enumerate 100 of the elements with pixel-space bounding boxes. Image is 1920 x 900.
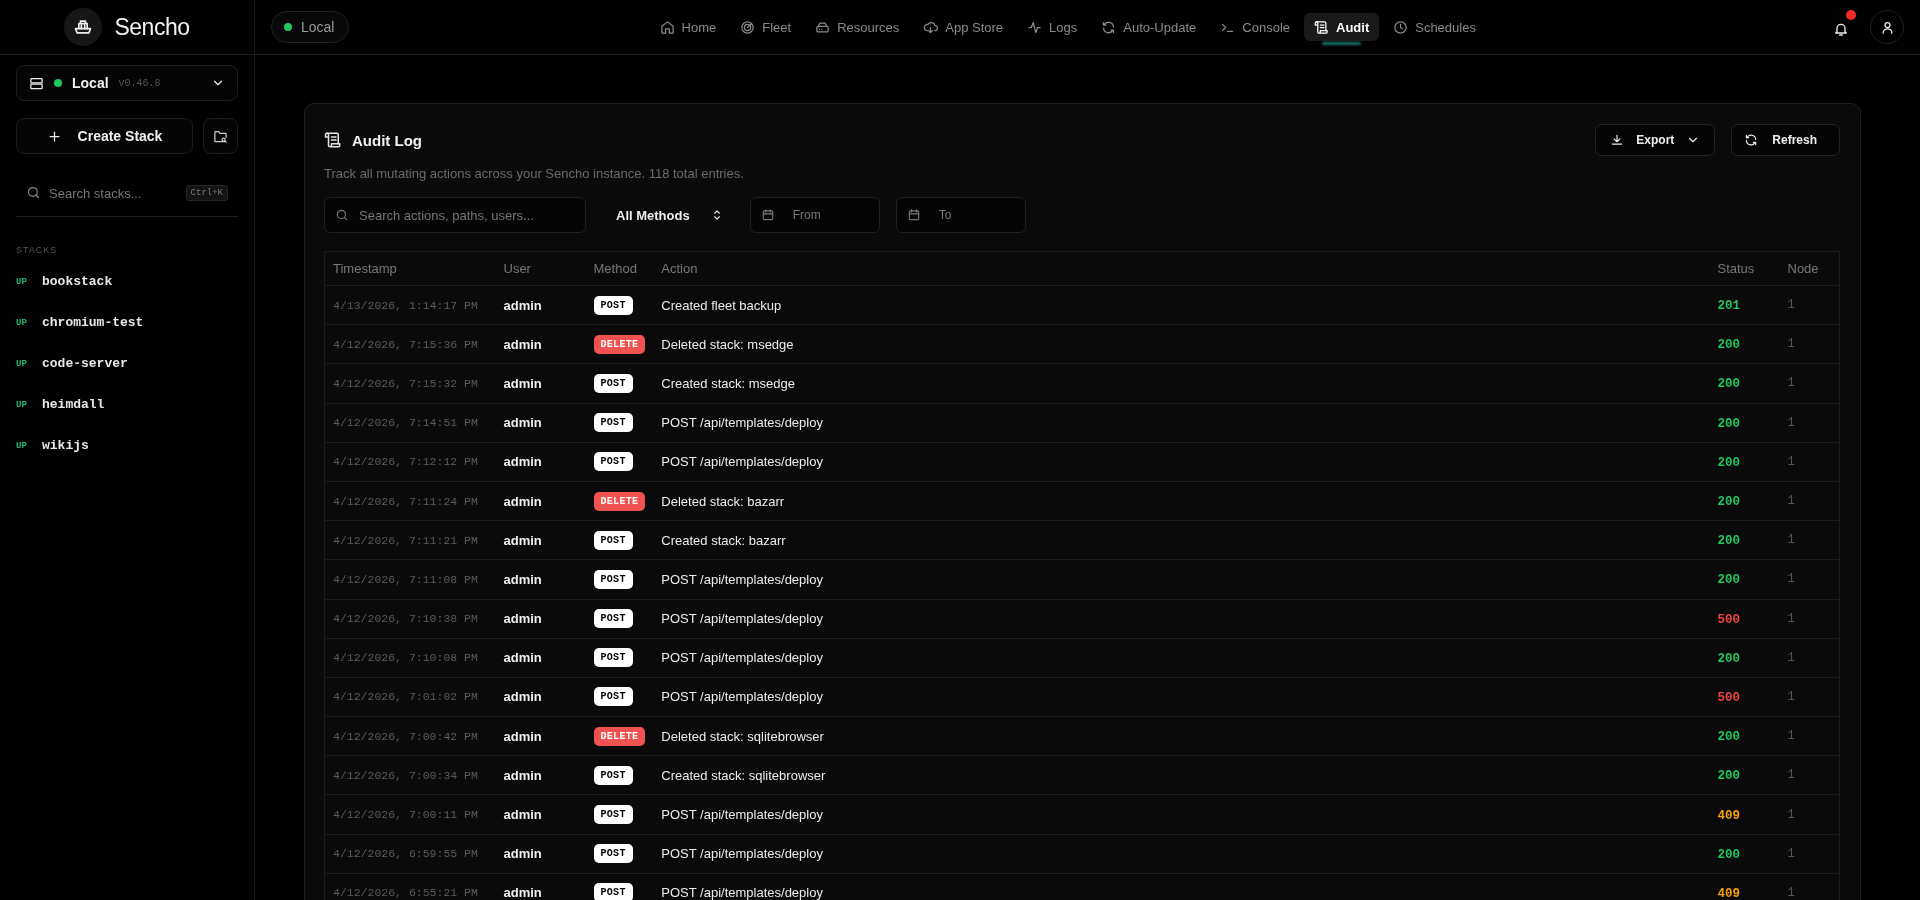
- column-header: Action: [653, 251, 1710, 286]
- method-badge: POST: [593, 687, 633, 707]
- method-badge: POST: [593, 452, 633, 472]
- plus-icon: [46, 128, 62, 144]
- brand-name: Sencho: [114, 13, 190, 41]
- status-code: 200: [1717, 338, 1740, 353]
- calendar-icon: [760, 208, 775, 222]
- timestamp-cell: 4/12/2026, 7:11:24 PM: [324, 481, 496, 521]
- environment-select[interactable]: Local v0.46.8: [16, 65, 238, 101]
- method-badge: POST: [593, 569, 633, 589]
- section-label: STACKS: [16, 245, 59, 255]
- audit-search-field[interactable]: Search actions, paths, users...: [324, 197, 586, 233]
- timestamp-cell: 4/12/2026, 7:15:36 PM: [324, 324, 496, 364]
- method-badge: POST: [593, 648, 633, 668]
- user-cell: admin: [495, 873, 586, 900]
- method-badge: POST: [593, 373, 633, 393]
- method-badge: POST: [593, 805, 633, 825]
- nav-tab[interactable]: Console: [1210, 13, 1300, 41]
- nav-tab[interactable]: Schedules: [1383, 13, 1486, 41]
- status-code: 200: [1717, 455, 1740, 470]
- action-cell: POST /api/templates/deploy: [653, 599, 1710, 639]
- search-icon: [26, 185, 41, 200]
- server-icon: [29, 75, 44, 91]
- stack-search-field[interactable]: Search stacks...: [16, 178, 178, 208]
- cloud-download-icon: [923, 19, 939, 35]
- download-icon: [1610, 133, 1625, 147]
- scroll-icon: [1314, 19, 1329, 35]
- node-cell: 1: [1779, 442, 1840, 482]
- timestamp-cell: 4/12/2026, 6:55:21 PM: [324, 873, 496, 900]
- action-cell: POST /api/templates/deploy: [653, 873, 1710, 900]
- user-cell: admin: [495, 638, 586, 678]
- nav-tab[interactable]: Home: [649, 13, 727, 41]
- user-cell: admin: [495, 442, 586, 482]
- environment-pill[interactable]: Local: [271, 11, 350, 43]
- nav-tab[interactable]: Logs: [1017, 13, 1088, 41]
- user-cell: admin: [495, 834, 586, 874]
- stack-link[interactable]: chromium-test: [42, 315, 144, 330]
- nav-tab[interactable]: App Store: [913, 13, 1014, 41]
- action-cell: Created stack: msedge: [653, 363, 1710, 404]
- stack-link[interactable]: wikijs: [42, 438, 89, 453]
- drive-icon: [815, 19, 831, 35]
- user-cell: admin: [495, 324, 586, 364]
- status-code: 200: [1717, 534, 1740, 549]
- timestamp-cell: 4/12/2026, 7:00:34 PM: [324, 755, 496, 795]
- nav-tab[interactable]: Resources: [805, 13, 910, 41]
- method-badge: DELETE: [593, 726, 646, 746]
- column-header: User: [495, 251, 586, 286]
- action-cell: Created fleet backup: [653, 285, 1710, 325]
- stack-status: UP: [16, 440, 28, 451]
- node-cell: 1: [1779, 285, 1840, 325]
- method-badge: POST: [593, 609, 633, 629]
- method-badge: POST: [593, 844, 633, 864]
- timestamp-cell: 4/12/2026, 7:14:51 PM: [324, 403, 496, 443]
- timestamp-cell: 4/12/2026, 7:00:11 PM: [324, 794, 496, 835]
- user-cell: admin: [495, 481, 586, 521]
- stack-link[interactable]: code-server: [42, 356, 128, 371]
- action-cell: POST /api/templates/deploy: [653, 638, 1710, 678]
- action-cell: Deleted stack: sqlitebrowser: [653, 716, 1710, 756]
- browse-folder-button[interactable]: [203, 118, 238, 154]
- node-cell: 1: [1779, 794, 1840, 835]
- status-code: 200: [1717, 416, 1740, 431]
- method-badge: POST: [593, 765, 633, 785]
- refresh-icon: [1101, 19, 1117, 35]
- bell-icon: [1833, 21, 1849, 37]
- node-cell: 1: [1779, 559, 1840, 599]
- user-cell: admin: [495, 794, 586, 835]
- user-cell: admin: [495, 285, 586, 325]
- node-cell: 1: [1779, 873, 1840, 900]
- status-code: 500: [1717, 690, 1740, 705]
- column-header: Timestamp: [324, 251, 496, 286]
- node-cell: 1: [1779, 638, 1840, 678]
- create-stack-button[interactable]: Create Stack: [16, 118, 193, 154]
- action-cell: POST /api/templates/deploy: [653, 442, 1710, 482]
- timestamp-cell: 4/12/2026, 7:15:32 PM: [324, 363, 496, 404]
- from-date-field[interactable]: From: [749, 197, 880, 233]
- node-cell: 1: [1779, 363, 1840, 404]
- clock-icon: [1393, 19, 1409, 35]
- status-code: 200: [1717, 847, 1740, 862]
- nav-tab[interactable]: Fleet: [730, 13, 802, 41]
- node-cell: 1: [1779, 481, 1840, 521]
- action-cell: POST /api/templates/deploy: [653, 794, 1710, 835]
- node-cell: 1: [1779, 677, 1840, 717]
- method-badge: DELETE: [593, 334, 646, 354]
- method-select[interactable]: All Methods: [602, 197, 734, 233]
- node-cell: 1: [1779, 599, 1840, 639]
- stack-status: UP: [16, 358, 28, 369]
- action-cell: POST /api/templates/deploy: [653, 559, 1710, 599]
- timestamp-cell: 4/12/2026, 7:11:21 PM: [324, 520, 496, 560]
- refresh-icon: [1744, 133, 1759, 147]
- to-date-field[interactable]: To: [895, 197, 1026, 233]
- ship-icon: [73, 17, 94, 37]
- stack-link[interactable]: bookstack: [42, 274, 113, 289]
- action-cell: Created stack: bazarr: [653, 520, 1710, 560]
- action-cell: Deleted stack: msedge: [653, 324, 1710, 364]
- export-button[interactable]: Export: [1595, 124, 1716, 156]
- scroll-icon: [324, 131, 342, 149]
- nav-tab[interactable]: Auto-Update: [1091, 13, 1207, 41]
- stack-link[interactable]: heimdall: [42, 397, 105, 412]
- refresh-button[interactable]: Refresh: [1731, 124, 1840, 156]
- stack-status: UP: [16, 317, 28, 328]
